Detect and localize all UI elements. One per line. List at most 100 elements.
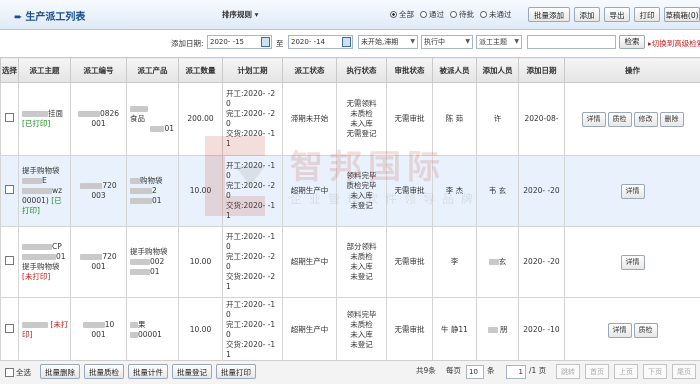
page-title: ➨生产派工列表	[14, 8, 85, 23]
search-button[interactable]: 检索	[619, 35, 645, 49]
date-from-value: 2020- -15	[210, 38, 244, 46]
exec-text: 未登记	[338, 272, 385, 282]
radio-label: 待批	[459, 9, 474, 20]
detail-button[interactable]: 详情	[621, 184, 645, 199]
inspect-button[interactable]: 质检	[634, 323, 658, 338]
keyword-input[interactable]	[527, 35, 616, 49]
plan-text: 0	[224, 262, 281, 272]
drafts-button[interactable]: 草稿箱(0)	[664, 7, 700, 22]
per-page-input[interactable]: 10	[466, 365, 484, 379]
product-cell: 果00001	[127, 298, 179, 363]
calendar-icon[interactable]	[342, 37, 351, 47]
exec-text: 未登记	[338, 340, 385, 350]
select-all-checkbox[interactable]	[5, 368, 14, 377]
product-text: 01	[150, 267, 160, 276]
batch-inspect-button[interactable]: 批量质检	[84, 364, 124, 379]
exec-text: 领料完毕	[338, 310, 385, 320]
date-label: 添加日期:	[171, 38, 204, 49]
batch-register-button[interactable]: 批量登记	[172, 364, 212, 379]
batch-add-button[interactable]: 批量添加	[528, 7, 570, 22]
product-text: 提手购物袋	[130, 247, 177, 257]
jump-button[interactable]: 跳转	[556, 364, 580, 379]
subject-cell: [未打印]	[19, 298, 71, 363]
redacted	[22, 188, 52, 194]
inspect-button[interactable]: 质检	[608, 112, 632, 127]
plan-text: 0	[224, 191, 281, 201]
redacted	[130, 188, 152, 194]
edit-button[interactable]: 修改	[634, 112, 658, 127]
radio-rejected[interactable]: 未通过	[480, 9, 512, 20]
exec-text: 未质检	[338, 320, 385, 330]
plan-cell: 开工:2020- -10 完工:2020- -20 交货:2020- -21	[223, 227, 283, 298]
chevron-down-icon: ▾	[255, 10, 259, 19]
radio-dot	[420, 11, 427, 18]
batch-piecework-button[interactable]: 批量计件	[128, 364, 168, 379]
number-text: 001	[72, 330, 125, 340]
plan-delivery: 交货:2020- -1	[224, 340, 281, 350]
number-text: 001	[72, 119, 125, 129]
col-header: 派工数量	[179, 58, 223, 83]
add-button[interactable]: 添加	[574, 7, 600, 22]
plan-finish: 完工:2020- -1	[224, 320, 281, 330]
radio-label: 通过	[429, 9, 444, 20]
exec-status-select[interactable]: 执行中▼	[421, 35, 473, 49]
last-page-button[interactable]: 尾页	[672, 364, 696, 379]
sort-rule-dropdown[interactable]: 排序规则 ▾	[222, 9, 258, 20]
col-header: 执行状态	[337, 58, 387, 83]
search-field-select[interactable]: 派工主题▼	[476, 35, 522, 49]
col-header: 审批状态	[387, 58, 433, 83]
radio-pass[interactable]: 通过	[420, 9, 444, 20]
batch-print-button[interactable]: 批量打印	[216, 364, 256, 379]
calendar-icon[interactable]	[261, 37, 270, 47]
subject-text: 01	[56, 252, 66, 261]
radio-all[interactable]: 全部	[390, 9, 414, 20]
product-cell: 购物袋201	[127, 156, 179, 227]
date-to-input[interactable]: 2020- -14	[288, 35, 353, 49]
row-checkbox[interactable]	[5, 113, 14, 122]
date-from-input[interactable]: 2020- -15	[207, 35, 272, 49]
col-header: 被派人员	[433, 58, 477, 83]
advanced-search-label: 切换到高级检索	[652, 39, 700, 48]
product-text: 2	[152, 186, 157, 195]
status-cell: 超期生产中	[283, 227, 337, 298]
page-input[interactable]: 1	[506, 365, 526, 379]
exec-text: 领料完毕	[338, 171, 385, 181]
redacted	[22, 244, 52, 250]
next-page-button[interactable]: 下页	[643, 364, 667, 379]
redacted	[489, 259, 499, 265]
row-checkbox[interactable]	[5, 185, 14, 194]
bottom-bar: 全选 批量删除 批量质检 批量计件 批量登记 批量打印 共9条 每页 10 条 …	[0, 360, 700, 384]
print-button[interactable]: 打印	[634, 7, 660, 22]
subject-text: E	[42, 176, 47, 185]
exec-status-value: 执行中	[424, 38, 445, 46]
subject-cell: CP 01 提手购物袋 [未打印]	[19, 227, 71, 298]
exec-text: 未质检	[338, 109, 385, 119]
export-button[interactable]: 导出	[604, 7, 630, 22]
redacted	[130, 259, 150, 265]
first-page-button[interactable]: 首页	[585, 364, 609, 379]
advanced-search-link[interactable]: ▸切换到高级检索	[648, 38, 700, 49]
approval-cell: 无需审批	[387, 83, 433, 156]
redacted	[22, 111, 48, 117]
prev-page-button[interactable]: 上页	[614, 364, 638, 379]
batch-delete-button[interactable]: 批量删除	[40, 364, 80, 379]
date-cell: 2020- -20	[519, 227, 565, 298]
detail-button[interactable]: 详情	[608, 323, 632, 338]
plan-finish: 完工:2020- -2	[224, 181, 281, 191]
radio-dot	[390, 11, 397, 18]
per-page-label: 每页	[446, 365, 461, 376]
delete-button[interactable]: 删除	[660, 112, 684, 127]
radio-pending[interactable]: 待批	[450, 9, 474, 20]
row-select-cell	[1, 156, 19, 227]
plan-status-select[interactable]: 未开始,滞期▼	[358, 35, 418, 49]
row-checkbox[interactable]	[5, 256, 14, 265]
detail-button[interactable]: 详情	[582, 112, 606, 127]
row-checkbox[interactable]	[5, 324, 14, 333]
redacted	[80, 183, 102, 189]
row-select-cell	[1, 298, 19, 363]
plan-text: 1	[224, 282, 281, 292]
number-cell: 0826001	[71, 83, 127, 156]
plan-text: 1	[224, 211, 281, 221]
plan-start: 开工:2020- -2	[224, 89, 281, 99]
detail-button[interactable]: 详情	[621, 255, 645, 270]
